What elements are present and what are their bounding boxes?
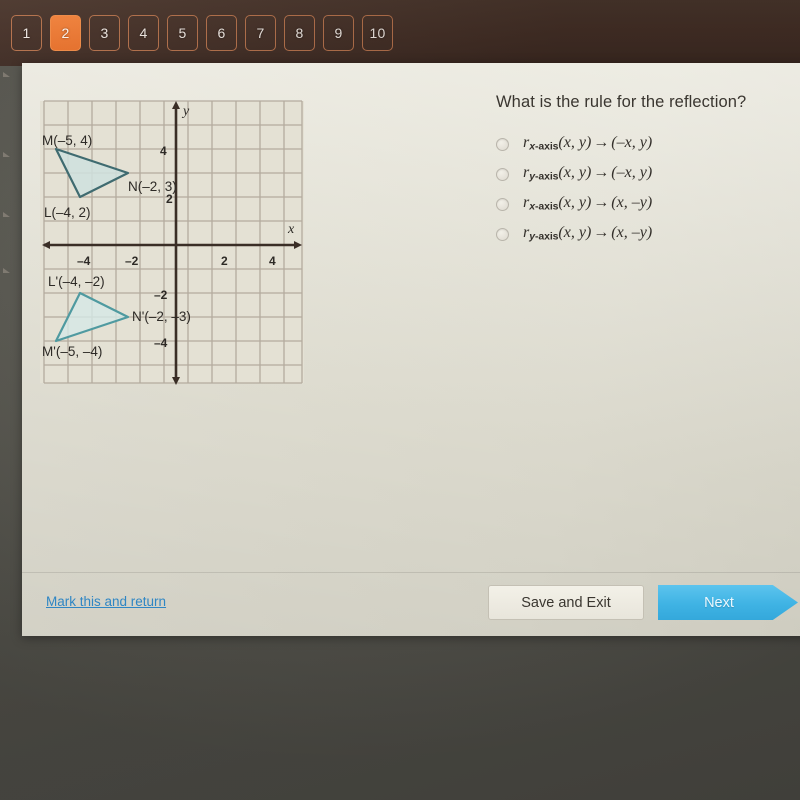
answer-choice-c[interactable]: rx-axis(x, y) → (x, –y)	[496, 194, 800, 213]
footer-divider	[22, 572, 800, 573]
next-button[interactable]: Next	[658, 585, 798, 620]
mark-this-and-return-link[interactable]: Mark this and return	[46, 594, 166, 609]
x-tick-2: 2	[221, 254, 228, 268]
label-N-prime: N'(–2, –3)	[132, 309, 191, 324]
answer-choice-d[interactable]: ry-axis(x, y) → (x, –y)	[496, 224, 800, 243]
top-header-band: 1 2 3 4 5 6 7 8 9 10	[0, 0, 800, 66]
pager-button-2[interactable]: 2	[50, 15, 81, 51]
answer-choice-b-text: ry-axis(x, y) → (–x, y)	[523, 163, 653, 183]
label-L: L(–4, 2)	[44, 205, 91, 220]
answer-choice-d-text: ry-axis(x, y) → (x, –y)	[523, 223, 653, 242]
label-L-prime: L'(–4, –2)	[48, 274, 105, 289]
answer-choice-c-text: rx-axis(x, y) → (x, –y)	[523, 193, 653, 212]
radio-button-a[interactable]	[496, 138, 509, 151]
answer-choice-a-text: rx-axis(x, y) → (–x, y)	[523, 134, 653, 153]
pager-button-6[interactable]: 6	[206, 15, 237, 51]
x-tick--2: –2	[125, 254, 139, 268]
question-title: What is the rule for the reflection?	[496, 93, 747, 111]
pager-button-3[interactable]: 3	[89, 15, 120, 51]
pager-button-4[interactable]: 4	[128, 15, 159, 51]
edge-triangle-marker-4	[3, 268, 10, 273]
y-tick-2: 2	[166, 192, 173, 206]
answer-choice-a[interactable]: rx-axis(x, y) → (–x, y)	[496, 134, 800, 153]
edge-triangle-marker-1	[3, 72, 10, 77]
label-M-prime: M'(–5, –4)	[42, 344, 102, 359]
radio-button-d[interactable]	[496, 227, 509, 241]
question-pagination[interactable]: 1 2 3 4 5 6 7 8 9 10	[11, 15, 393, 51]
edge-triangle-marker-2	[3, 152, 10, 157]
x-tick--4: –4	[77, 254, 91, 268]
x-axis-name: x	[287, 222, 295, 237]
question-content-card: M(–5, 4) N(–2, 3) L(–4, 2) L'(–4, –2) N'…	[22, 63, 800, 636]
pager-button-5[interactable]: 5	[167, 15, 198, 51]
y-tick--2: –2	[154, 288, 168, 302]
coordinate-graph: M(–5, 4) N(–2, 3) L(–4, 2) L'(–4, –2) N'…	[40, 93, 322, 387]
pager-button-8[interactable]: 8	[284, 15, 315, 51]
label-M: M(–5, 4)	[42, 133, 92, 148]
y-tick--4: –4	[154, 336, 168, 350]
pager-button-9[interactable]: 9	[323, 15, 354, 51]
y-axis-name: y	[181, 104, 190, 119]
pager-button-10[interactable]: 10	[362, 15, 393, 51]
x-tick-4: 4	[269, 254, 276, 268]
pager-button-7[interactable]: 7	[245, 15, 276, 51]
y-tick-4: 4	[160, 144, 167, 158]
edge-triangle-marker-3	[3, 212, 10, 217]
save-and-exit-button[interactable]: Save and Exit	[488, 585, 644, 620]
radio-button-b[interactable]	[496, 167, 509, 181]
radio-button-c[interactable]	[496, 197, 509, 211]
question-column: What is the rule for the reflection? rx-…	[496, 93, 800, 242]
answer-choice-list[interactable]: rx-axis(x, y) → (–x, y) ry-axis(x, y) → (–x,…	[496, 134, 800, 242]
pager-button-1[interactable]: 1	[11, 15, 42, 51]
answer-choice-b[interactable]: ry-axis(x, y) → (–x, y)	[496, 164, 800, 183]
